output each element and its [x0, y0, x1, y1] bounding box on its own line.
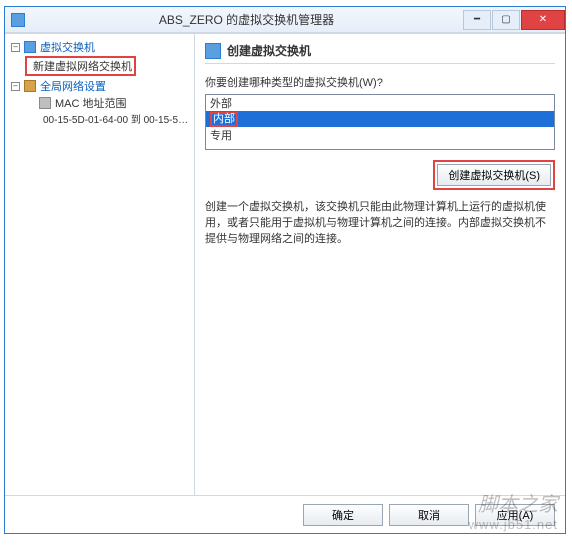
create-button-row: 创建虚拟交换机(S): [205, 160, 555, 190]
panel-header: 创建虚拟交换机: [205, 42, 555, 64]
global-settings-icon: [24, 80, 36, 92]
left-tree-panel: – 虚拟交换机 新建虚拟网络交换机 – 全局网络设置 MAC 地址范围 00-1…: [5, 34, 195, 495]
maximize-button[interactable]: ▢: [492, 10, 520, 30]
vswitch-manager-window: ABS_ZERO 的虚拟交换机管理器 ━ ▢ ✕ – 虚拟交换机 新建虚拟网络交…: [4, 6, 566, 534]
switch-type-label: 你要创建哪种类型的虚拟交换机(W)?: [205, 74, 555, 90]
option-private[interactable]: 专用: [206, 127, 554, 143]
right-panel: 创建虚拟交换机 你要创建哪种类型的虚拟交换机(W)? 外部 内部 专用 创建虚拟…: [195, 34, 565, 495]
option-internal[interactable]: 内部: [206, 111, 554, 127]
close-button[interactable]: ✕: [521, 10, 565, 30]
create-switch-icon: [205, 43, 221, 59]
window-title: ABS_ZERO 的虚拟交换机管理器: [31, 11, 462, 28]
tree-item-new-switch[interactable]: 新建虚拟网络交换机: [25, 56, 192, 77]
option-external[interactable]: 外部: [206, 95, 554, 111]
tree-label: MAC 地址范围: [55, 95, 127, 111]
content-area: – 虚拟交换机 新建虚拟网络交换机 – 全局网络设置 MAC 地址范围 00-1…: [5, 33, 565, 495]
create-switch-button[interactable]: 创建虚拟交换机(S): [437, 164, 551, 186]
collapse-icon[interactable]: –: [11, 43, 20, 52]
tree-root-virtual-switches[interactable]: – 虚拟交换机: [7, 38, 192, 56]
minimize-button[interactable]: ━: [463, 10, 491, 30]
titlebar: ABS_ZERO 的虚拟交换机管理器 ━ ▢ ✕: [5, 7, 565, 33]
mac-range-icon: [39, 97, 51, 109]
switch-group-icon: [24, 41, 36, 53]
tree-root-global-network[interactable]: – 全局网络设置: [7, 77, 192, 95]
tree-label: 虚拟交换机: [40, 39, 95, 55]
ok-button[interactable]: 确定: [303, 504, 383, 526]
tree-label: 新建虚拟网络交换机: [33, 58, 132, 74]
option-label: 专用: [210, 127, 232, 143]
option-label: 内部: [210, 112, 238, 127]
tree-label: 全局网络设置: [40, 78, 106, 94]
switch-type-listbox[interactable]: 外部 内部 专用: [205, 94, 555, 150]
cancel-button[interactable]: 取消: [389, 504, 469, 526]
app-icon: [11, 13, 25, 27]
mac-range-value: 00-15-5D-01-64-00 到 00-15-5D-0...: [43, 111, 192, 126]
watermark-url: www.jb51.net: [469, 517, 558, 532]
collapse-icon[interactable]: –: [11, 82, 20, 91]
watermark-text: 脚本之家: [469, 488, 558, 517]
option-label: 外部: [210, 95, 232, 111]
window-buttons: ━ ▢ ✕: [462, 10, 565, 30]
tree-item-mac-range[interactable]: MAC 地址范围: [39, 95, 192, 111]
watermark: 脚本之家 www.jb51.net: [469, 488, 558, 532]
switch-description: 创建一个虚拟交换机，该交换机只能由此物理计算机上运行的虚拟机使用，或者只能用于虚…: [205, 200, 555, 248]
panel-title: 创建虚拟交换机: [227, 42, 311, 59]
